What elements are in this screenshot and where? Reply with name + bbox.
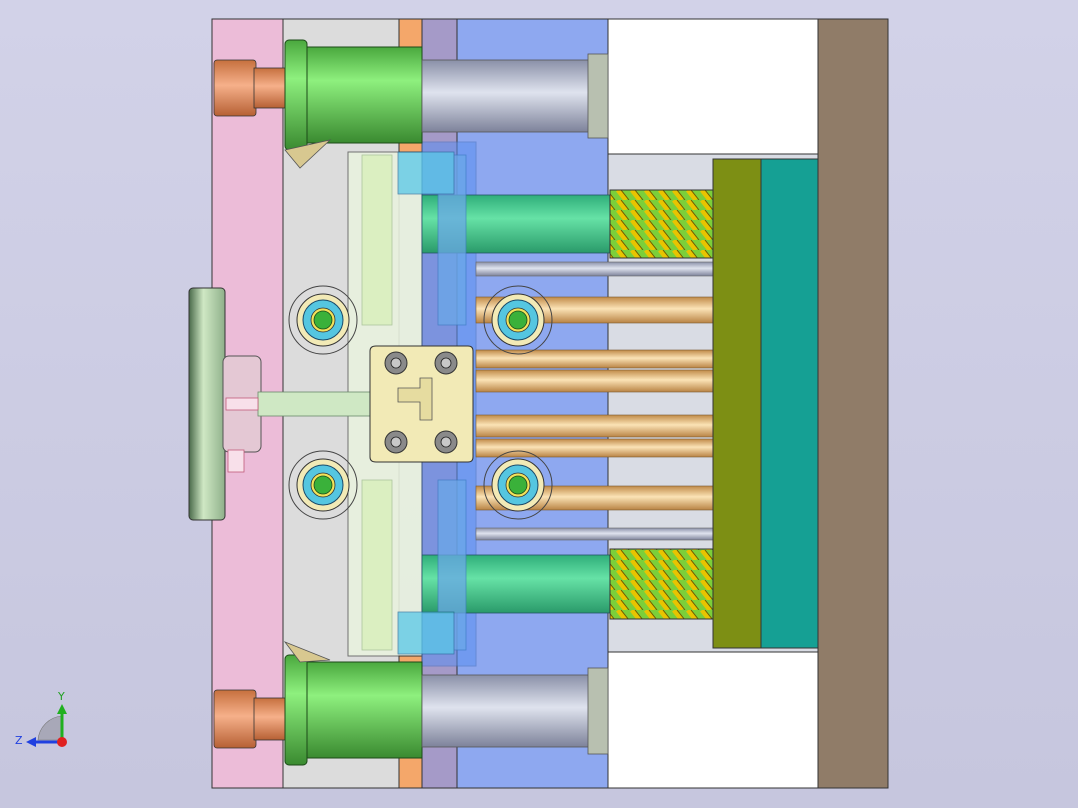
ejector-pin[interactable] bbox=[475, 369, 715, 393]
guide-bush-shank bbox=[253, 67, 287, 109]
sprue-bushing[interactable] bbox=[257, 391, 373, 417]
guide-bush-head bbox=[213, 689, 257, 749]
guide-pillar-flange bbox=[284, 654, 308, 766]
white-block-bottom bbox=[607, 651, 819, 789]
b-plate[interactable] bbox=[456, 18, 609, 789]
guide-pillar[interactable] bbox=[306, 46, 423, 144]
bolt[interactable] bbox=[288, 450, 358, 520]
guide-rod-end bbox=[587, 667, 609, 755]
bolt[interactable] bbox=[483, 450, 553, 520]
ejector-pin[interactable] bbox=[475, 438, 715, 458]
guide-rod[interactable] bbox=[421, 59, 591, 133]
socket-screw-hex bbox=[390, 436, 402, 448]
socket-screw-hex bbox=[440, 436, 452, 448]
cooling-channel[interactable] bbox=[361, 154, 393, 326]
white-block-top bbox=[607, 18, 819, 155]
guide-bush-shank bbox=[253, 697, 287, 741]
y-axis-arrow-icon bbox=[57, 704, 67, 714]
guide-pillar-flange bbox=[284, 39, 308, 151]
view-cube-arc-icon bbox=[37, 715, 63, 741]
ejector-pin[interactable] bbox=[475, 527, 715, 541]
ejector-pin[interactable] bbox=[475, 414, 715, 438]
mold-assembly-drawing[interactable]: Y Z bbox=[0, 0, 1078, 808]
z-axis-label: Z bbox=[15, 734, 23, 747]
water-fitting[interactable] bbox=[397, 151, 455, 195]
bolt[interactable] bbox=[483, 285, 553, 355]
ejector-pin[interactable] bbox=[475, 349, 715, 369]
socket-screw-hex bbox=[440, 357, 452, 369]
guide-rod[interactable] bbox=[421, 674, 591, 748]
ejector-pin[interactable] bbox=[475, 261, 715, 277]
water-fitting[interactable] bbox=[397, 611, 455, 655]
guide-bush-head bbox=[213, 59, 257, 117]
back-clamp-plate[interactable] bbox=[817, 18, 889, 789]
spring[interactable] bbox=[609, 189, 714, 259]
y-axis-label: Y bbox=[57, 690, 65, 703]
socket-screw-hex bbox=[390, 357, 402, 369]
ejector-plate[interactable] bbox=[712, 158, 762, 649]
axis-triad[interactable]: Y Z bbox=[15, 690, 67, 747]
locating-ring[interactable] bbox=[188, 287, 226, 521]
z-axis-arrow-icon bbox=[26, 737, 36, 747]
cooling-channel[interactable] bbox=[361, 479, 393, 651]
sprue-pin-slot bbox=[227, 449, 245, 473]
guide-rod-end bbox=[587, 53, 609, 139]
ejector-retainer-plate[interactable] bbox=[760, 158, 819, 649]
bolt[interactable] bbox=[288, 285, 358, 355]
spring[interactable] bbox=[609, 548, 714, 620]
cad-viewport[interactable]: Y Z bbox=[0, 0, 1078, 808]
guide-pillar[interactable] bbox=[306, 661, 423, 759]
locator-block[interactable] bbox=[369, 345, 474, 463]
x-axis-dot-icon bbox=[57, 737, 67, 747]
sprue-pin-slot bbox=[225, 397, 259, 411]
